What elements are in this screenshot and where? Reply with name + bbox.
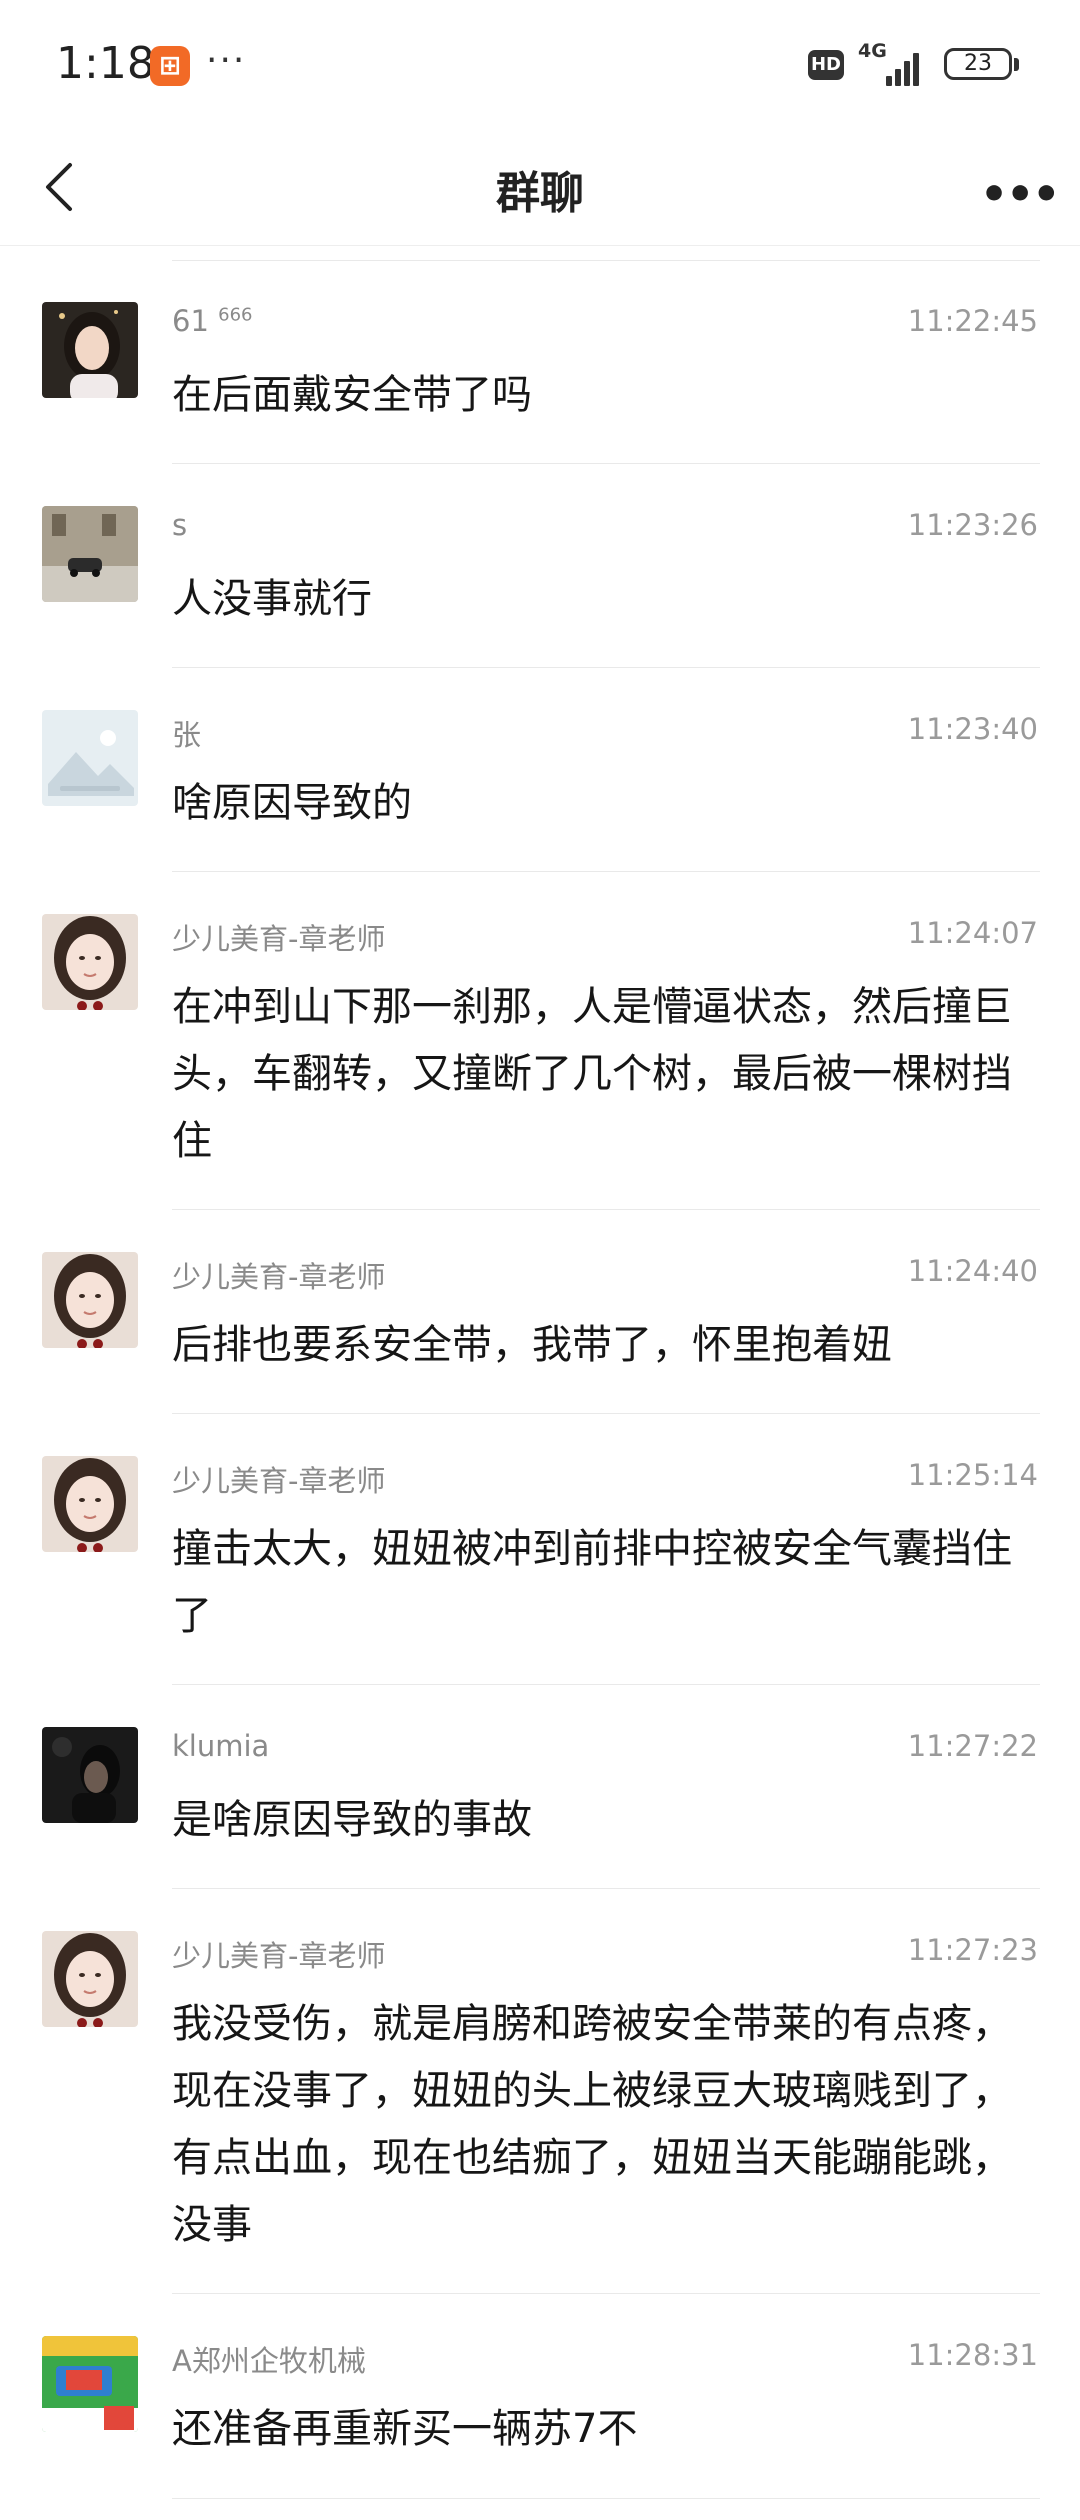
message-time: 11:24:40 [907,1254,1038,1288]
message-time: 11:24:07 [907,916,1038,950]
message-time: 11:27:22 [907,1729,1038,1763]
sender-name: s [172,508,188,542]
message-text: 撞击太大，妞妞被冲到前排中控被安全气囊挡住了 [172,1526,1012,1639]
divider [172,667,1040,668]
status-time: 1:18 [56,38,155,89]
message-text: 啥原因导致的 [172,780,412,826]
message-text: 人没事就行 [172,576,372,622]
divider [172,1888,1040,1889]
battery-tip [1014,58,1019,71]
message-time: 11:28:31 [907,2338,1038,2372]
message-time: 11:22:45 [907,304,1038,338]
message-time: 11:25:14 [907,1458,1038,1492]
avatar[interactable] [42,2336,138,2432]
sender-name: klumia [172,1729,270,1763]
avatar[interactable] [42,302,138,398]
divider [172,1209,1040,1210]
sender-name: 少儿美育-章老师 [172,1260,386,1294]
message-text: 在后面戴安全带了吗 [172,372,532,418]
message-text: 在冲到山下那一刹那，人是懵逼状态，然后撞巨头，车翻转，又撞断了几个树，最后被一棵… [172,984,1012,1164]
divider [172,2498,1040,2499]
message-time: 11:27:23 [907,1933,1038,1967]
battery-level: 23 [964,51,992,76]
sender-name: 61 666 [172,304,253,338]
message-time: 11:23:26 [907,508,1038,542]
avatar[interactable] [42,506,138,602]
sender-name: 张 [172,718,202,752]
status-more-indicator: ··· [206,40,247,81]
network-type: 4G [858,40,887,62]
divider [172,871,1040,872]
avatar[interactable] [42,710,138,806]
status-bar: 1:18 ⊞ ··· HD 4G 23 [0,0,1080,135]
sender-name: 少儿美育-章老师 [172,1939,386,1973]
divider [172,463,1040,464]
divider [172,2293,1040,2294]
sender-name: 少儿美育-章老师 [172,922,386,956]
message-text: 我没受伤，就是肩膀和跨被安全带莱的有点疼，现在没事了，妞妞的头上被绿豆大玻璃贱到… [172,2001,1012,2248]
message-text: 后排也要系安全带，我带了，怀里抱着妞 [172,1322,892,1368]
hd-icon: HD [808,50,844,80]
battery-icon: 23 [944,48,1012,80]
message-time: 11:23:40 [907,712,1038,746]
navigation-bar: 群聊 ••• [0,135,1080,246]
avatar[interactable] [42,914,138,1010]
more-dots-icon[interactable]: ••• [980,169,1060,220]
signal-icon: 4G [858,40,928,86]
avatar[interactable] [42,1456,138,1552]
page-title: 群聊 [496,168,584,219]
avatar[interactable] [42,1727,138,1823]
divider [172,1413,1040,1414]
sender-name: 少儿美育-章老师 [172,1464,386,1498]
message-text: 还准备再重新买一辆苏7不 [172,2406,638,2452]
divider [172,1684,1040,1685]
message-text: 是啥原因导致的事故 [172,1797,532,1843]
divider [172,260,1040,261]
avatar[interactable] [42,1931,138,2027]
avatar[interactable] [42,1252,138,1348]
app-badge-icon: ⊞ [150,46,190,86]
sender-name: A郑州企牧机械 [172,2344,366,2378]
